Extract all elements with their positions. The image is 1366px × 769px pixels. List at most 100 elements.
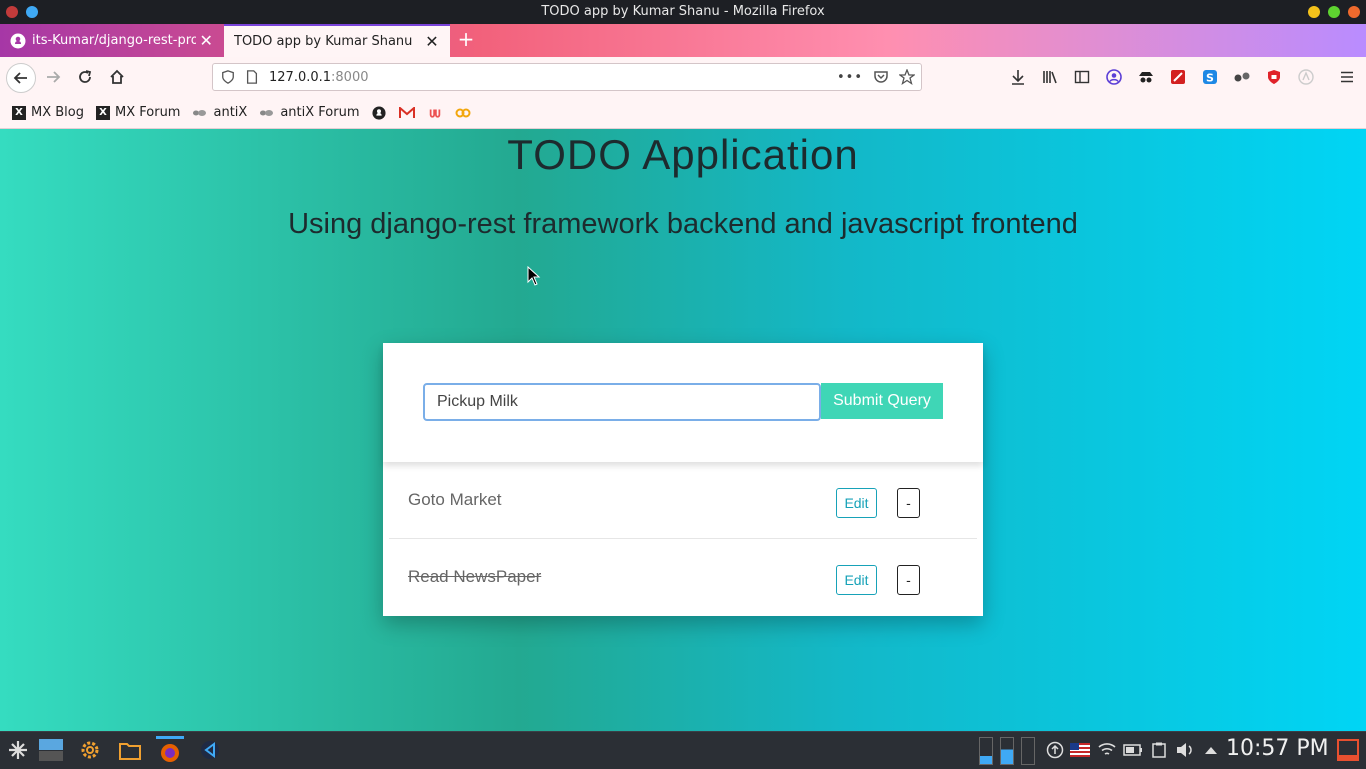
update-icon[interactable] [1044, 736, 1066, 764]
volume-icon[interactable] [1174, 736, 1196, 764]
file-manager-icon[interactable] [116, 736, 144, 764]
downloads-icon[interactable] [1008, 67, 1028, 87]
shield-icon[interactable] [221, 70, 235, 84]
page-info-icon[interactable] [245, 70, 259, 84]
library-icon[interactable] [1040, 67, 1060, 87]
show-desktop-corner-icon[interactable] [1336, 736, 1360, 764]
system-tray-expand-icon[interactable] [1200, 736, 1222, 764]
wifi-icon[interactable] [1096, 736, 1118, 764]
page-actions-icon[interactable]: ••• [837, 70, 863, 85]
glasses-extension-icon[interactable] [1232, 67, 1252, 87]
antix-ant-icon [192, 106, 208, 120]
github-icon [10, 33, 26, 48]
svg-text:S: S [1206, 72, 1214, 85]
keyboard-layout-flag-icon[interactable] [1069, 736, 1091, 764]
start-menu-icon[interactable] [4, 736, 32, 764]
bookmark-star-icon[interactable] [899, 69, 915, 85]
spy-extension-icon[interactable] [1136, 67, 1156, 87]
bookmark-coursera[interactable] [455, 106, 471, 120]
mx-logo-icon: X [12, 105, 26, 120]
todo-item: Goto Market Edit - [389, 462, 977, 539]
new-tab-button[interactable]: + [456, 29, 476, 50]
todo-input[interactable] [423, 383, 821, 421]
tab-label: its-Kumar/django-rest-pro [32, 33, 197, 48]
clipboard-icon[interactable] [1148, 736, 1170, 764]
mx-logo-icon: X [96, 105, 110, 120]
delete-button[interactable]: - [897, 565, 920, 595]
url-port: :8000 [331, 69, 369, 85]
antix-ant-icon [259, 106, 275, 120]
workspace-2[interactable] [1000, 737, 1014, 765]
bookmark-label: MX Forum [115, 105, 181, 120]
bookmark-udemy[interactable] [427, 106, 443, 120]
todo-card: Submit Query Goto Market Edit - Read New… [383, 343, 983, 616]
forward-arrow-icon [47, 71, 61, 83]
color-picker-extension-icon[interactable] [1168, 67, 1188, 87]
close-tab-icon[interactable]: ✕ [422, 32, 442, 51]
close-tab-icon[interactable]: ✕ [196, 31, 216, 50]
battery-icon[interactable] [1122, 736, 1144, 764]
url-text[interactable]: 127.0.0.1:8000 [269, 70, 369, 85]
disabled-extension-icon[interactable] [1296, 67, 1316, 87]
sticky-icon[interactable] [26, 6, 38, 18]
mouse-cursor-icon [527, 266, 541, 286]
bookmark-label: MX Blog [31, 105, 84, 120]
coursera-icon [455, 106, 471, 120]
gmail-icon [399, 106, 416, 120]
tab-todo-app[interactable]: TODO app by Kumar Shanu ✕ [224, 24, 450, 57]
close-window-button[interactable] [1348, 6, 1360, 18]
maximize-button[interactable] [1328, 6, 1340, 18]
todo-item: Read NewsPaper Edit - [389, 539, 977, 615]
show-desktop-icon[interactable] [37, 736, 65, 764]
bookmark-antix[interactable]: antiX [192, 105, 247, 120]
vscode-taskbar-icon[interactable] [196, 736, 224, 764]
bookmark-mx-forum[interactable]: X MX Forum [96, 105, 180, 120]
url-host: 127.0.0.1 [269, 69, 332, 85]
workspace-1[interactable] [979, 737, 993, 765]
bookmark-mx-blog[interactable]: X MX Blog [12, 105, 84, 120]
minimize-button[interactable] [1308, 6, 1320, 18]
todo-form: Submit Query [383, 343, 983, 462]
page-title: TODO Application [507, 131, 859, 178]
tab-github[interactable]: its-Kumar/django-rest-pro ✕ [0, 24, 224, 57]
edit-button[interactable]: Edit [836, 488, 877, 518]
clock[interactable]: 10:57 PM [1226, 736, 1329, 761]
home-button[interactable] [103, 63, 131, 91]
edit-button[interactable]: Edit [836, 565, 877, 595]
todo-title[interactable]: Goto Market [408, 490, 502, 510]
workspace-3[interactable] [1021, 737, 1035, 765]
url-bar[interactable]: 127.0.0.1:8000 ••• [212, 63, 922, 91]
bookmark-label: antiX Forum [280, 105, 360, 120]
settings-gear-icon[interactable] [76, 736, 104, 764]
bookmark-github[interactable] [371, 105, 387, 120]
firefox-taskbar-icon[interactable] [156, 736, 184, 767]
window-titlebar: TODO app by Kumar Shanu - Mozilla Firefo… [0, 0, 1366, 24]
delete-button[interactable]: - [897, 488, 920, 518]
navigation-toolbar: 127.0.0.1:8000 ••• S [0, 57, 1366, 97]
window-title: TODO app by Kumar Shanu - Mozilla Firefo… [541, 4, 825, 19]
sidebar-icon[interactable] [1072, 67, 1092, 87]
home-icon [110, 69, 124, 84]
app-menu-icon[interactable] [6, 6, 18, 18]
bookmark-antix-forum[interactable]: antiX Forum [259, 105, 359, 120]
udemy-icon [427, 106, 443, 120]
page-subtitle: Using django-rest framework backend and … [288, 208, 1078, 240]
submit-button[interactable]: Submit Query [821, 383, 943, 419]
ublock-shield-icon[interactable] [1264, 67, 1284, 87]
hamburger-menu-icon[interactable] [1337, 67, 1357, 87]
todo-title-completed[interactable]: Read NewsPaper [408, 567, 541, 587]
forward-button[interactable] [39, 63, 67, 91]
bookmark-label: antiX [213, 105, 248, 120]
back-arrow-icon [13, 72, 27, 84]
reload-button[interactable] [71, 63, 99, 91]
tab-strip: its-Kumar/django-rest-pro ✕ TODO app by … [0, 24, 1366, 57]
bookmarks-toolbar: X MX Blog X MX Forum antiX antiX Forum [0, 97, 1366, 129]
pocket-icon[interactable] [873, 69, 889, 85]
page-content: TODO Application Using django-rest frame… [0, 129, 1366, 731]
s-extension-icon[interactable]: S [1200, 67, 1220, 87]
reload-icon [79, 70, 92, 83]
bookmark-gmail[interactable] [399, 106, 416, 120]
account-icon[interactable] [1104, 67, 1124, 87]
back-button[interactable] [6, 63, 36, 93]
github-icon [371, 105, 387, 120]
